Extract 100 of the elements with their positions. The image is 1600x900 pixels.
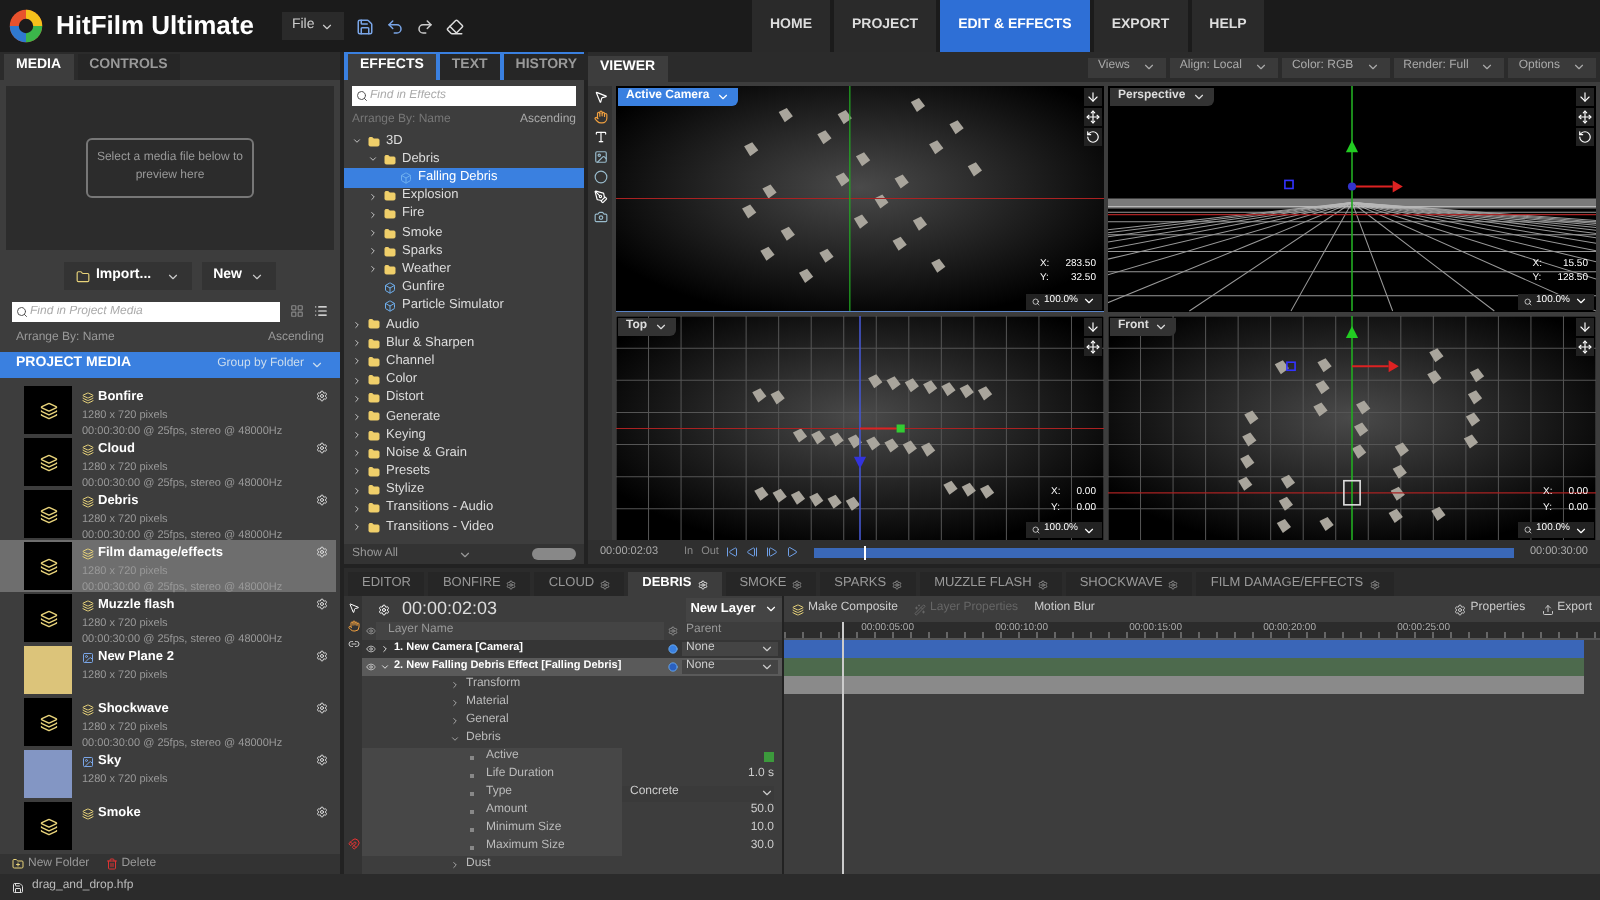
scrub-bar[interactable] bbox=[814, 547, 1514, 557]
rotate-icon[interactable] bbox=[1084, 128, 1102, 146]
arrow-down-icon[interactable] bbox=[1084, 88, 1102, 106]
settings-icon[interactable] bbox=[316, 754, 328, 766]
camera-tool-icon[interactable] bbox=[593, 210, 607, 224]
caret-icon bbox=[310, 358, 324, 372]
pointer-tool-icon[interactable] bbox=[593, 90, 607, 104]
caret-icon bbox=[320, 19, 335, 33]
settings-icon[interactable] bbox=[316, 598, 328, 610]
timecode: 00:00:02:03 bbox=[402, 596, 500, 622]
composite-icon bbox=[792, 603, 804, 615]
link-tool-icon[interactable] bbox=[347, 638, 359, 650]
caret-icon bbox=[1253, 60, 1268, 74]
arrow-down-icon[interactable] bbox=[1576, 88, 1594, 106]
composite-icon bbox=[39, 713, 57, 731]
checkbox[interactable] bbox=[764, 752, 774, 762]
caret-icon bbox=[458, 547, 473, 561]
step-forward-icon[interactable] bbox=[766, 546, 779, 558]
list-view-icon[interactable] bbox=[314, 304, 328, 318]
pointer-tool-icon[interactable] bbox=[347, 602, 359, 614]
settings-icon[interactable] bbox=[316, 546, 328, 558]
item-count-pill bbox=[532, 548, 576, 560]
composite-icon bbox=[39, 505, 57, 523]
zoom-icon bbox=[1524, 297, 1533, 305]
folder-icon bbox=[368, 429, 380, 442]
hand-tool-icon[interactable] bbox=[593, 110, 607, 124]
settings-icon bbox=[506, 579, 517, 589]
effect-icon bbox=[384, 282, 396, 295]
composite-icon bbox=[39, 557, 57, 575]
caret-icon bbox=[250, 269, 265, 283]
settings-icon bbox=[1037, 579, 1048, 589]
shape-tool-icon[interactable] bbox=[593, 170, 607, 184]
composite-icon bbox=[82, 703, 94, 716]
folder-icon bbox=[75, 269, 90, 283]
caret-icon bbox=[1141, 60, 1156, 74]
settings-icon bbox=[1168, 579, 1179, 589]
effect-icon bbox=[400, 171, 412, 184]
composite-icon bbox=[82, 391, 94, 404]
visibility-icon[interactable] bbox=[366, 662, 376, 672]
settings-icon bbox=[792, 579, 803, 589]
composite-icon bbox=[39, 817, 57, 835]
caret-icon bbox=[1480, 60, 1495, 74]
text-tool-icon[interactable] bbox=[593, 130, 607, 144]
eraser-icon[interactable] bbox=[446, 17, 465, 35]
redo-icon[interactable] bbox=[416, 17, 435, 35]
folder-icon bbox=[384, 153, 396, 166]
move-icon[interactable] bbox=[1576, 108, 1594, 126]
save-icon[interactable] bbox=[356, 17, 375, 35]
composite-icon bbox=[82, 495, 94, 508]
settings-icon[interactable] bbox=[316, 806, 328, 818]
caret-icon bbox=[1365, 60, 1380, 74]
skip-back-icon[interactable] bbox=[726, 546, 739, 558]
magnet-icon[interactable] bbox=[347, 838, 359, 850]
folder-icon bbox=[368, 447, 380, 460]
folder-icon bbox=[368, 484, 380, 497]
folder-icon bbox=[384, 245, 396, 258]
caret-icon bbox=[763, 602, 778, 616]
image-tool-icon[interactable] bbox=[593, 150, 607, 164]
rotate-icon[interactable] bbox=[1576, 128, 1594, 146]
zoom-icon bbox=[1032, 297, 1041, 305]
export-icon bbox=[1541, 603, 1554, 615]
composite-icon bbox=[82, 807, 94, 820]
folder-icon bbox=[384, 190, 396, 203]
settings-icon bbox=[600, 579, 611, 589]
pen-tool-icon[interactable] bbox=[593, 190, 607, 204]
caret-icon bbox=[165, 269, 180, 283]
zoom-icon bbox=[1032, 526, 1041, 534]
hand-tool-icon[interactable] bbox=[347, 620, 359, 632]
folder-icon bbox=[368, 392, 380, 405]
caret-icon bbox=[1082, 294, 1096, 308]
folder-icon bbox=[368, 502, 380, 515]
wand-icon bbox=[914, 603, 927, 615]
app-title: HitFilm Ultimate bbox=[56, 8, 254, 45]
folder-icon bbox=[12, 858, 24, 870]
plane-icon bbox=[82, 651, 94, 664]
move-icon[interactable] bbox=[1084, 108, 1102, 126]
settings-icon[interactable] bbox=[316, 390, 328, 402]
visibility-icon bbox=[366, 626, 376, 636]
folder-icon bbox=[368, 135, 380, 148]
step-back-icon[interactable] bbox=[746, 546, 759, 558]
caret-icon bbox=[1574, 294, 1588, 308]
play-icon[interactable] bbox=[786, 546, 799, 558]
folder-icon bbox=[368, 465, 380, 478]
settings-icon bbox=[892, 579, 903, 589]
undo-icon[interactable] bbox=[386, 17, 405, 35]
composite-icon bbox=[82, 547, 94, 560]
settings-icon[interactable] bbox=[316, 702, 328, 714]
settings-icon[interactable] bbox=[316, 650, 328, 662]
caret-icon bbox=[1572, 60, 1586, 74]
composite-icon bbox=[39, 401, 57, 419]
grid-view-icon[interactable] bbox=[290, 304, 304, 318]
caret-icon bbox=[1191, 90, 1206, 104]
settings-icon[interactable] bbox=[316, 442, 328, 454]
visibility-icon[interactable] bbox=[366, 644, 376, 654]
search-icon bbox=[356, 90, 368, 102]
settings-icon[interactable] bbox=[316, 494, 328, 506]
composite-icon bbox=[82, 599, 94, 612]
caret-icon bbox=[1082, 523, 1096, 537]
caret-icon bbox=[653, 319, 668, 333]
logo-icon bbox=[8, 8, 44, 44]
